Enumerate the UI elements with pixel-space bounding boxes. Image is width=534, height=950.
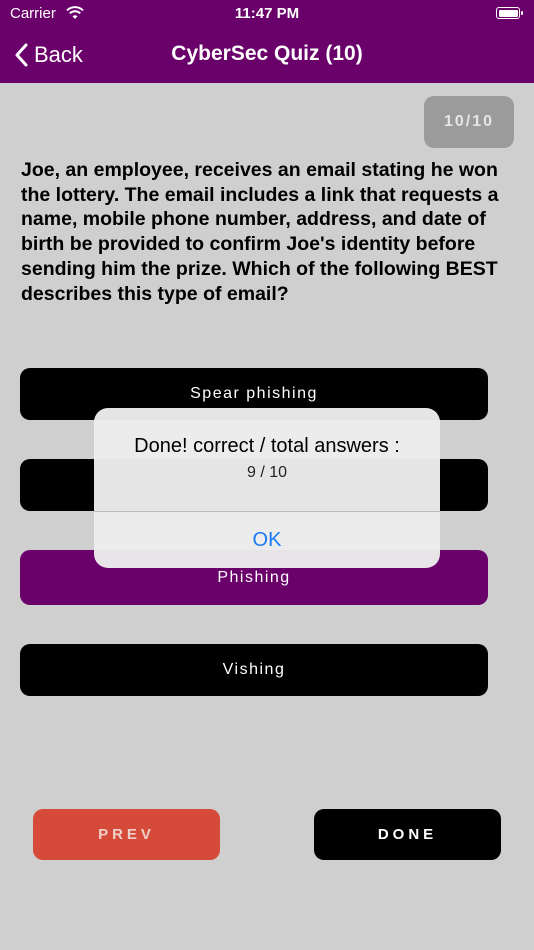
alert-ok-button[interactable]: OK xyxy=(94,512,440,568)
alert-message: 9 / 10 xyxy=(246,464,288,481)
result-alert: Done! correct / total answers : 9 / 10 O… xyxy=(94,408,440,568)
alert-title: Done! correct / total answers : xyxy=(134,435,400,457)
